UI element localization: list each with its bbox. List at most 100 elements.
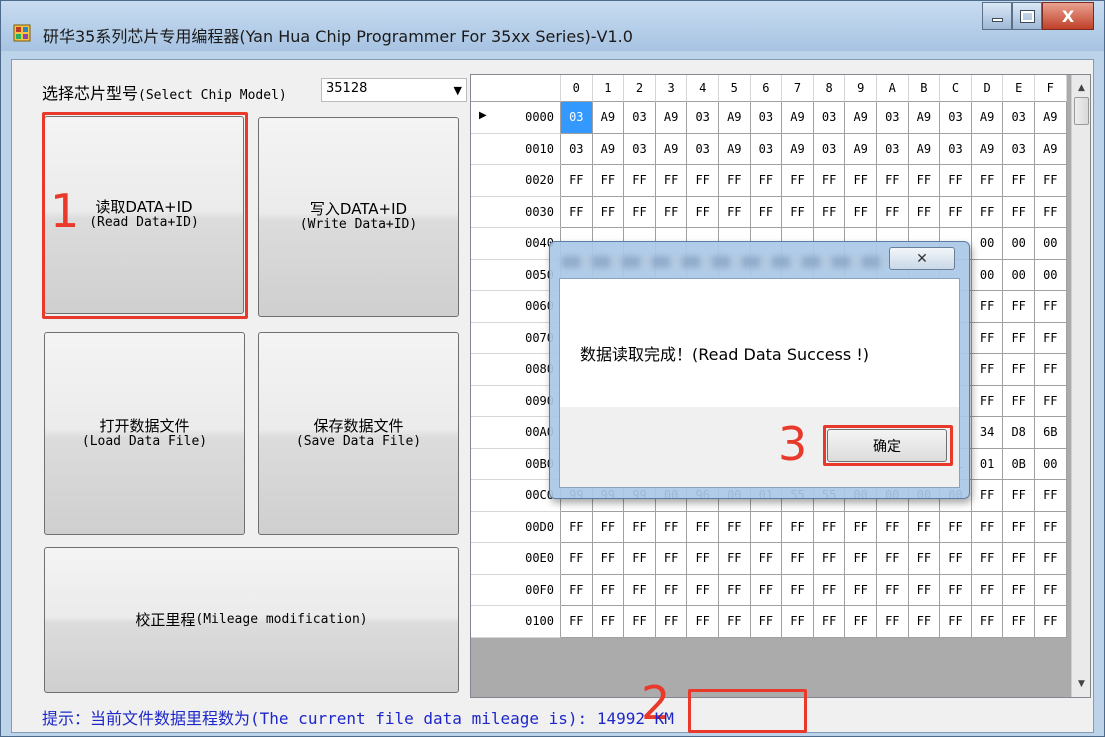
data-cell[interactable]: FF <box>782 606 814 638</box>
data-cell[interactable]: FF <box>750 574 783 606</box>
data-cell[interactable]: 03 <box>624 133 656 165</box>
data-cell[interactable]: FF <box>1003 165 1035 197</box>
data-cell[interactable]: FF <box>624 606 656 638</box>
write-data-button[interactable]: 写入DATA+ID (Write Data+ID) <box>258 117 459 317</box>
data-cell[interactable]: 03 <box>940 133 972 165</box>
data-cell[interactable]: 03 <box>813 102 846 134</box>
scroll-down-icon[interactable]: ▼ <box>1072 675 1090 693</box>
chevron-down-icon[interactable]: ▼ <box>454 84 462 97</box>
data-cell[interactable]: 03 <box>877 133 909 165</box>
chip-model-select[interactable]: 35128 ▼ <box>321 78 467 102</box>
data-cell[interactable]: FF <box>908 543 941 575</box>
data-cell[interactable]: FF <box>1003 543 1035 575</box>
data-cell[interactable]: FF <box>655 511 688 543</box>
data-cell[interactable]: A9 <box>845 133 877 165</box>
data-cell[interactable]: 34 <box>971 417 1004 449</box>
data-cell[interactable]: FF <box>1003 606 1035 638</box>
save-file-button[interactable]: 保存数据文件 (Save Data File) <box>258 332 459 535</box>
data-cell[interactable]: A9 <box>655 102 688 134</box>
data-cell[interactable]: FF <box>624 165 656 197</box>
data-cell[interactable]: FF <box>687 543 719 575</box>
data-cell[interactable]: FF <box>750 606 783 638</box>
data-cell[interactable]: FF <box>1035 354 1067 386</box>
data-cell[interactable]: FF <box>971 354 1004 386</box>
data-cell[interactable]: FF <box>655 574 688 606</box>
load-file-button[interactable]: 打开数据文件 (Load Data File) <box>44 332 245 535</box>
data-cell[interactable]: FF <box>782 511 814 543</box>
data-cell[interactable]: FF <box>845 543 877 575</box>
data-cell[interactable]: FF <box>561 196 593 228</box>
dialog-close-button[interactable]: ✕ <box>889 247 955 270</box>
data-cell[interactable]: FF <box>1003 574 1035 606</box>
data-cell[interactable]: FF <box>971 322 1004 354</box>
data-cell[interactable]: 00 <box>1003 228 1035 260</box>
data-cell[interactable]: 00 <box>1035 228 1067 260</box>
data-cell[interactable]: FF <box>1003 291 1035 323</box>
data-cell[interactable]: A9 <box>1035 133 1067 165</box>
data-cell[interactable]: FF <box>813 606 846 638</box>
data-cell[interactable]: FF <box>655 165 688 197</box>
data-cell[interactable]: 03 <box>687 102 719 134</box>
data-cell[interactable]: FF <box>845 511 877 543</box>
data-cell[interactable]: A9 <box>782 133 814 165</box>
data-cell[interactable]: FF <box>624 511 656 543</box>
data-cell[interactable]: 03 <box>877 102 909 134</box>
data-cell[interactable]: D8 <box>1003 417 1035 449</box>
data-cell[interactable]: A9 <box>782 102 814 134</box>
data-cell[interactable]: FF <box>940 574 972 606</box>
data-cell[interactable]: FF <box>719 574 751 606</box>
data-cell[interactable]: FF <box>624 196 656 228</box>
data-cell[interactable]: FF <box>813 165 846 197</box>
data-cell[interactable]: FF <box>687 574 719 606</box>
data-cell[interactable]: FF <box>719 511 751 543</box>
data-cell[interactable]: FF <box>877 511 909 543</box>
data-cell[interactable]: FF <box>592 511 625 543</box>
data-cell[interactable]: FF <box>592 606 625 638</box>
data-cell[interactable]: FF <box>1003 196 1035 228</box>
data-cell[interactable]: FF <box>782 165 814 197</box>
data-cell[interactable]: FF <box>1035 574 1067 606</box>
data-cell[interactable]: 03 <box>561 133 593 165</box>
data-cell[interactable]: A9 <box>1035 102 1067 134</box>
data-cell[interactable]: FF <box>561 543 593 575</box>
data-cell[interactable]: FF <box>561 511 593 543</box>
data-cell[interactable]: FF <box>655 196 688 228</box>
data-cell[interactable]: FF <box>971 606 1004 638</box>
data-cell[interactable]: FF <box>1035 322 1067 354</box>
data-cell[interactable]: 03 <box>687 133 719 165</box>
data-cell[interactable]: FF <box>561 574 593 606</box>
data-cell[interactable]: FF <box>877 543 909 575</box>
minimize-button[interactable] <box>982 2 1012 30</box>
data-cell[interactable]: FF <box>687 606 719 638</box>
data-cell[interactable]: 01 <box>971 448 1004 480</box>
data-cell[interactable]: FF <box>940 165 972 197</box>
data-cell[interactable]: FF <box>1035 480 1067 512</box>
data-cell[interactable]: FF <box>1003 385 1035 417</box>
data-cell[interactable]: A9 <box>719 102 751 134</box>
data-cell[interactable]: FF <box>592 165 625 197</box>
data-cell[interactable]: FF <box>719 543 751 575</box>
data-cell[interactable]: FF <box>1035 543 1067 575</box>
data-cell[interactable]: FF <box>561 606 593 638</box>
data-cell[interactable]: FF <box>782 196 814 228</box>
data-cell[interactable]: FF <box>687 511 719 543</box>
data-cell[interactable]: FF <box>750 511 783 543</box>
data-cell[interactable]: 00 <box>1035 448 1067 480</box>
data-cell[interactable]: FF <box>592 543 625 575</box>
data-cell[interactable]: FF <box>782 543 814 575</box>
data-cell[interactable]: FF <box>971 196 1004 228</box>
data-cell[interactable]: FF <box>908 606 941 638</box>
data-cell[interactable]: FF <box>719 165 751 197</box>
data-cell[interactable]: FF <box>813 543 846 575</box>
data-cell[interactable]: FF <box>940 543 972 575</box>
data-cell[interactable]: A9 <box>971 133 1004 165</box>
data-cell[interactable]: FF <box>750 196 783 228</box>
data-cell[interactable]: 03 <box>813 133 846 165</box>
data-cell[interactable]: FF <box>719 196 751 228</box>
data-cell[interactable]: FF <box>624 543 656 575</box>
data-cell[interactable]: 03 <box>624 102 656 134</box>
data-cell[interactable]: FF <box>877 165 909 197</box>
data-cell[interactable]: 00 <box>971 228 1004 260</box>
data-cell[interactable]: A9 <box>719 133 751 165</box>
data-cell[interactable]: 03 <box>750 133 783 165</box>
